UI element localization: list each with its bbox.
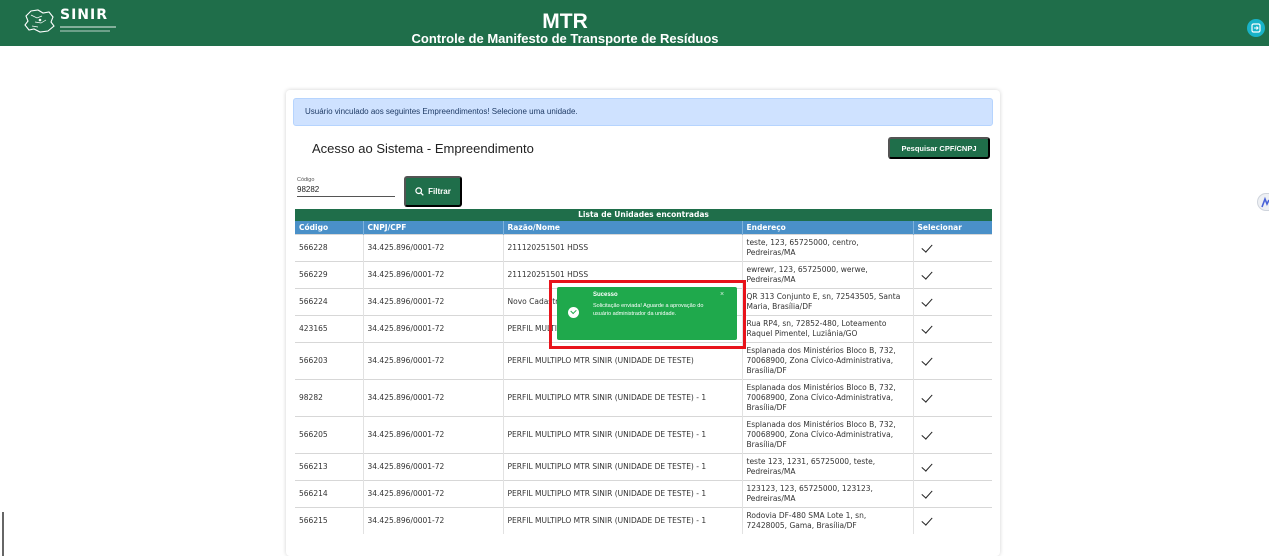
cell-address: ewrewr, 123, 65725000, werwe, Pedreiras/… [742,260,914,288]
select-check-icon[interactable] [920,241,933,253]
app-title: MTR [542,10,588,33]
cell-code: 566205 [295,415,364,453]
cell-cnpj: 34.425.896/0001-72 [363,452,504,480]
cell-cnpj: 34.425.896/0001-72 [363,378,504,416]
app-subtitle: Controle de Manifesto de Transporte de R… [411,31,719,46]
table-caption: Lista de Unidades encontradas [295,209,992,221]
table-row[interactable]: 98282 34.425.896/0001-72 PERFIL MULTIPLO… [295,378,992,416]
column-header-name: Razão/Nome [503,221,743,234]
logout-button[interactable] [1247,19,1265,37]
select-check-icon[interactable] [920,460,933,472]
cell-code: 566203 [295,341,364,379]
table-row[interactable]: 566215 34.425.896/0001-72 PERFIL MULTIPL… [295,506,992,534]
cell-code: 566215 [295,506,364,534]
select-cell[interactable] [913,341,992,379]
select-check-icon[interactable] [920,428,933,440]
assistant-icon [1261,196,1269,208]
cell-cnpj: 34.425.896/0001-72 [363,287,504,315]
cell-name: PERFIL MULTIPLO MTR SINIR (UNIDADE DE TE… [503,506,743,534]
cell-cnpj: 34.425.896/0001-72 [363,260,504,288]
select-cell[interactable] [913,233,992,261]
select-cell[interactable] [913,260,992,288]
cell-cnpj: 34.425.896/0001-72 [363,233,504,261]
select-cell[interactable] [913,452,992,480]
cell-code: 98282 [295,378,364,416]
cell-code: 566229 [295,260,364,288]
cell-cnpj: 34.425.896/0001-72 [363,314,504,342]
cell-code: 566224 [295,287,364,315]
column-header-code: Código [295,221,364,234]
search-icon [415,187,424,196]
cell-address: teste, 123, 65725000, centro, Pedreiras/… [742,233,914,261]
column-header-select: Selecionar [913,221,992,234]
logout-icon [1251,23,1261,33]
table-row[interactable]: 566214 34.425.896/0001-72 PERFIL MULTIPL… [295,479,992,507]
cell-cnpj: 34.425.896/0001-72 [363,415,504,453]
top-bar: SINIR MTR Controle de Manifesto de Trans… [0,0,1269,46]
cell-code: 423165 [295,314,364,342]
select-check-icon[interactable] [920,322,933,334]
cell-code: 566228 [295,233,364,261]
toast-title: Sucesso [593,292,618,298]
cell-name: PERFIL MULTIPLO MTR SINIR (UNIDADE DE TE… [503,479,743,507]
info-alert: Usuário vinculado aos seguintes Empreend… [293,98,993,126]
select-cell[interactable] [913,287,992,315]
cell-cnpj: 34.425.896/0001-72 [363,341,504,379]
column-header-address: Endereço [742,221,914,234]
select-check-icon[interactable] [920,295,933,307]
cell-cnpj: 34.425.896/0001-72 [363,479,504,507]
window-edge-marker [2,512,4,556]
cell-address: Rua RP4, sn, 72852-480, Loteamento Raque… [742,314,914,342]
cell-address: Rodovia DF-480 SMA Lote 1, sn, 72428005,… [742,506,914,534]
cell-address: Esplanada dos Ministérios Bloco B, 732, … [742,341,914,379]
select-check-icon[interactable] [920,268,933,280]
cell-name: PERFIL MULTIPLO MTR SINIR (UNIDADE DE TE… [503,415,743,453]
cell-address: QR 313 Conjunto E, sn, 72543505, Santa M… [742,287,914,315]
table-header-row: Código CNPJ/CPF Razão/Nome Endereço Sele… [295,221,992,234]
cell-name: PERFIL MULTIPLO MTR SINIR (UNIDADE DE TE… [503,378,743,416]
cell-address: teste 123, 1231, 65725000, teste, Pedrei… [742,452,914,480]
table-row[interactable]: 566228 34.425.896/0001-72 211120251501 H… [295,233,992,261]
cell-code: 566213 [295,452,364,480]
cell-code: 566214 [295,479,364,507]
search-cpf-cnpj-button[interactable]: Pesquisar CPF/CNPJ [888,137,990,159]
toast-message: Solicitação enviada! Aguarde a aprovação… [593,303,704,318]
code-input[interactable] [297,183,395,197]
success-check-icon [568,307,579,318]
select-check-icon[interactable] [920,487,933,499]
select-cell[interactable] [913,479,992,507]
cell-address: Esplanada dos Ministérios Bloco B, 732, … [742,378,914,416]
section-title: Acesso ao Sistema - Empreendimento [312,141,534,156]
select-check-icon[interactable] [920,391,933,403]
cell-name: 211120251501 HDSS [503,233,743,261]
side-assistant-widget[interactable] [1257,193,1269,211]
select-cell[interactable] [913,506,992,534]
filter-button[interactable]: Filtrar [404,176,462,207]
toast-close-button[interactable]: × [720,291,724,298]
success-toast[interactable]: Sucesso Solicitação enviada! Aguarde a a… [557,287,737,340]
cell-address: 123123, 123, 65725000, 123123, Pedreiras… [742,479,914,507]
select-cell[interactable] [913,415,992,453]
column-header-cnpj: CNPJ/CPF [363,221,504,234]
cell-address: Esplanada dos Ministérios Bloco B, 732, … [742,415,914,453]
filter-button-label: Filtrar [428,187,451,196]
select-check-icon[interactable] [920,354,933,366]
table-row[interactable]: 566213 34.425.896/0001-72 PERFIL MULTIPL… [295,452,992,480]
cell-cnpj: 34.425.896/0001-72 [363,506,504,534]
cell-name: PERFIL MULTIPLO MTR SINIR (UNIDADE DE TE… [503,452,743,480]
select-cell[interactable] [913,314,992,342]
table-row[interactable]: 566205 34.425.896/0001-72 PERFIL MULTIPL… [295,415,992,453]
select-cell[interactable] [913,378,992,416]
select-check-icon[interactable] [920,514,933,526]
units-table: Código CNPJ/CPF Razão/Nome Endereço Sele… [295,221,992,534]
